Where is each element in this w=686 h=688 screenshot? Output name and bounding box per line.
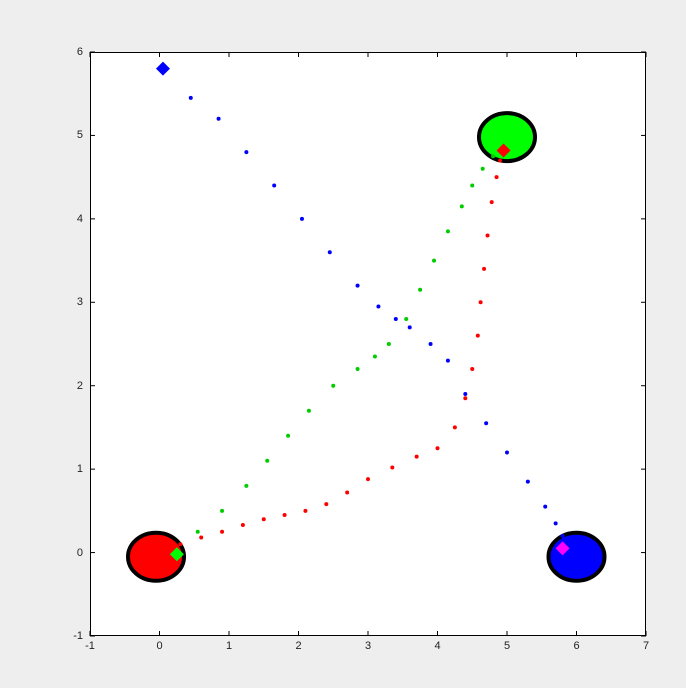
trail-dot xyxy=(446,359,450,363)
ytick-label: 6 xyxy=(53,46,83,58)
trail-dot xyxy=(356,367,360,371)
trail-dot xyxy=(491,154,495,158)
trail-dot xyxy=(415,455,419,459)
ytick-label: 4 xyxy=(53,213,83,225)
xtick-label: 7 xyxy=(631,640,661,652)
ytick-label: 0 xyxy=(53,547,83,559)
trail-dot xyxy=(366,477,370,481)
trail-dot xyxy=(376,304,380,308)
xtick-label: 6 xyxy=(562,640,592,652)
trail-dot xyxy=(463,396,467,400)
trail-dot xyxy=(220,509,224,513)
xtick-label: 3 xyxy=(353,640,383,652)
trail-dot xyxy=(324,502,328,506)
trail-dot xyxy=(244,484,248,488)
trail-dot xyxy=(328,250,332,254)
trail-dot xyxy=(561,534,565,538)
trail-dot xyxy=(220,530,224,534)
trail-dot xyxy=(486,234,490,238)
trail-dot xyxy=(436,446,440,450)
trail-dot xyxy=(408,325,412,329)
xtick-label: 0 xyxy=(145,640,175,652)
xtick-label: 2 xyxy=(284,640,314,652)
trail-dot xyxy=(244,150,248,154)
ytick-label: 5 xyxy=(53,129,83,141)
trail-dot xyxy=(460,204,464,208)
trail-dot xyxy=(199,536,203,540)
trail-dot xyxy=(356,284,360,288)
trail-dot xyxy=(470,367,474,371)
trail-dot xyxy=(498,158,502,162)
xtick-label: 5 xyxy=(492,640,522,652)
trail-dot xyxy=(394,317,398,321)
trail-dot xyxy=(303,509,307,513)
trail-dot xyxy=(463,392,467,396)
ytick-label: 3 xyxy=(53,296,83,308)
trail-dot xyxy=(490,200,494,204)
trail-dot xyxy=(429,342,433,346)
ytick-label: 2 xyxy=(53,380,83,392)
trail-dot xyxy=(453,425,457,429)
agent-marker xyxy=(549,533,605,581)
figure: -1 0 1 2 3 4 5 6 7 -1 0 1 2 3 4 5 6 xyxy=(0,0,686,688)
xtick-label: 1 xyxy=(214,640,244,652)
trail-dot xyxy=(484,421,488,425)
trail-dot xyxy=(476,334,480,338)
trail-dot xyxy=(482,267,486,271)
trail-dot xyxy=(286,434,290,438)
trail-dot xyxy=(217,117,221,121)
trail-dot xyxy=(470,183,474,187)
trail-dot xyxy=(481,167,485,171)
trail-dot xyxy=(526,480,530,484)
trail-dot xyxy=(345,491,349,495)
trail-dot xyxy=(495,175,499,179)
trail-dot xyxy=(265,459,269,463)
trail-dot xyxy=(543,505,547,509)
trail-dot xyxy=(241,523,245,527)
trail-dot xyxy=(404,317,408,321)
trail-dot xyxy=(196,530,200,534)
trail-dot xyxy=(283,513,287,517)
trail-dot xyxy=(331,384,335,388)
xtick-label: 4 xyxy=(423,640,453,652)
trail-dot xyxy=(418,288,422,292)
plot-area xyxy=(90,52,646,636)
trail-dot xyxy=(387,342,391,346)
trail-dot xyxy=(189,96,193,100)
trail-dot xyxy=(300,217,304,221)
trail-dot xyxy=(554,521,558,525)
trail-dot xyxy=(272,183,276,187)
ytick-label: -1 xyxy=(53,630,83,642)
ytick-label: 1 xyxy=(53,463,83,475)
trail-dot xyxy=(432,259,436,263)
trail-dot xyxy=(262,517,266,521)
trail-dot xyxy=(390,465,394,469)
trail-dot xyxy=(178,542,182,546)
trail-dot xyxy=(479,300,483,304)
trail-dot xyxy=(505,450,509,454)
trail-dot xyxy=(373,355,377,359)
trail-dot xyxy=(307,409,311,413)
trail-dot xyxy=(446,229,450,233)
target-diamond xyxy=(156,62,170,76)
